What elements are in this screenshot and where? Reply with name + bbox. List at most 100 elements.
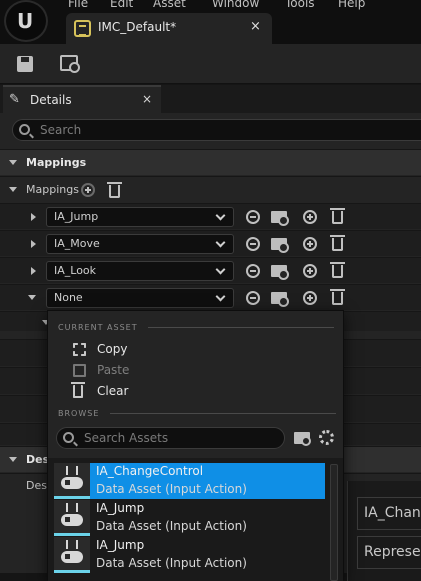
chevron-down-icon: [215, 237, 226, 248]
browse-asset-icon[interactable]: [271, 265, 289, 280]
unreal-logo-icon[interactable]: U: [4, 0, 48, 42]
clear-menu-item[interactable]: Clear: [70, 382, 330, 403]
add-icon[interactable]: [303, 264, 317, 278]
input-action-dropdown[interactable]: IA_Jump: [46, 207, 234, 227]
input-action-dropdown[interactable]: IA_Look: [46, 261, 234, 281]
menu-asset[interactable]: Asset: [153, 0, 186, 10]
input-mapping-context-icon: [74, 20, 91, 37]
description-text-field[interactable]: Represe: [357, 536, 421, 569]
delete-all-icon[interactable]: [107, 182, 122, 198]
expand-arrow-icon[interactable]: [31, 240, 36, 248]
menu-help[interactable]: Help: [338, 0, 365, 10]
copy-icon: [73, 343, 86, 356]
gamepad-icon: [54, 500, 90, 536]
mapping-row: None: [0, 284, 421, 310]
save-icon[interactable]: [17, 56, 33, 72]
menu-bar: U File Edit Asset Window Tools Help IMC_…: [0, 0, 421, 44]
delete-icon[interactable]: [330, 235, 345, 251]
add-icon[interactable]: [303, 210, 317, 224]
use-selected-asset-icon[interactable]: [246, 237, 260, 251]
asset-list-item[interactable]: IA_Jump Data Asset (Input Action): [54, 500, 325, 536]
gamepad-icon: [54, 537, 90, 573]
dropdown-value: IA_Look: [54, 264, 97, 277]
description-text-value: Represe: [364, 544, 421, 560]
expand-arrow-icon[interactable]: [31, 213, 36, 221]
asset-list-scrollbar[interactable]: [330, 464, 338, 581]
asset-name: IA_ChangeControl: [96, 464, 204, 478]
clear-label: Clear: [97, 384, 129, 398]
document-tab[interactable]: IMC_Default* ×: [66, 13, 272, 44]
asset-list-item[interactable]: IA_ChangeControl Data Asset (Input Actio…: [54, 463, 325, 499]
close-details-icon[interactable]: ×: [142, 92, 152, 106]
input-action-dropdown[interactable]: IA_Move: [46, 234, 234, 254]
description-name-value: IA_Chan: [364, 505, 421, 521]
use-selected-asset-icon[interactable]: [246, 291, 260, 305]
mappings-property-label: Mappings: [26, 183, 79, 196]
browse-asset-icon[interactable]: [271, 292, 289, 307]
mapping-row: IA_Move: [0, 230, 421, 256]
mappings-category-title: Mappings: [26, 156, 87, 169]
input-action-dropdown[interactable]: None: [46, 288, 234, 308]
toolbar: [0, 44, 421, 84]
copy-label: Copy: [97, 342, 128, 356]
gear-icon[interactable]: [319, 430, 334, 445]
add-icon[interactable]: [303, 237, 317, 251]
menu-edit[interactable]: Edit: [110, 0, 133, 10]
asset-picker-menu: CURRENT ASSET Copy Paste Clear BROWSE Se…: [47, 310, 344, 581]
delete-icon[interactable]: [330, 208, 345, 224]
asset-list-item[interactable]: IA_Jump Data Asset (Input Action): [54, 537, 325, 573]
search-icon: [63, 432, 74, 443]
collapse-arrow-icon[interactable]: [9, 160, 17, 165]
search-icon: [19, 124, 30, 135]
collapse-arrow-icon[interactable]: [9, 457, 17, 462]
delete-icon[interactable]: [330, 289, 345, 305]
add-icon[interactable]: [303, 291, 317, 305]
details-search-input[interactable]: Search: [12, 119, 421, 141]
filter-folder-icon[interactable]: [294, 432, 311, 446]
dropdown-value: None: [54, 291, 83, 304]
mappings-property-row: Mappings: [0, 176, 421, 202]
browse-asset-icon[interactable]: [271, 238, 289, 253]
asset-search-input[interactable]: Search Assets: [56, 427, 285, 449]
use-selected-asset-icon[interactable]: [246, 264, 260, 278]
mapping-row: IA_Jump: [0, 203, 421, 229]
add-mapping-icon[interactable]: [81, 183, 95, 197]
collapse-arrow-icon[interactable]: [9, 187, 17, 192]
close-tab-icon[interactable]: ×: [250, 19, 261, 34]
delete-icon[interactable]: [330, 262, 345, 278]
expand-arrow-icon[interactable]: [31, 267, 36, 275]
paste-menu-item[interactable]: Paste: [70, 362, 330, 382]
asset-name: IA_Jump: [96, 501, 145, 515]
asset-list: IA_ChangeControl Data Asset (Input Actio…: [48, 458, 343, 581]
chevron-down-icon: [215, 291, 226, 302]
browse-heading: BROWSE: [58, 409, 100, 418]
dropdown-value: IA_Jump: [54, 210, 99, 223]
copy-menu-item[interactable]: Copy: [70, 341, 330, 361]
asset-type: Data Asset (Input Action): [96, 519, 247, 533]
details-tab[interactable]: ✎ Details ×: [3, 85, 161, 113]
description-name-field[interactable]: IA_Chan: [357, 497, 421, 530]
browse-to-asset-icon[interactable]: [60, 55, 80, 73]
search-placeholder: Search: [40, 123, 82, 137]
chevron-down-icon: [215, 264, 226, 275]
browse-asset-icon[interactable]: [271, 211, 289, 226]
collapse-arrow-icon[interactable]: [28, 295, 36, 300]
asset-type: Data Asset (Input Action): [96, 482, 247, 496]
mapping-row: IA_Look: [0, 257, 421, 283]
menu-window[interactable]: Window: [212, 0, 259, 10]
trash-icon: [71, 382, 85, 398]
paste-label: Paste: [97, 363, 130, 377]
gamepad-icon: [54, 463, 90, 499]
pencil-icon: ✎: [9, 92, 20, 107]
use-selected-asset-icon[interactable]: [246, 210, 260, 224]
asset-type: Data Asset (Input Action): [96, 556, 247, 570]
details-panel-header: ✎ Details ×: [0, 85, 421, 113]
divider: [110, 413, 336, 414]
current-asset-heading: CURRENT ASSET: [58, 323, 138, 332]
asset-search-placeholder: Search Assets: [84, 431, 169, 445]
asset-name: IA_Jump: [96, 538, 145, 552]
mappings-category-header[interactable]: Mappings: [0, 149, 421, 175]
divider: [148, 327, 334, 328]
menu-file[interactable]: File: [68, 0, 88, 10]
menu-tools[interactable]: Tools: [285, 0, 315, 10]
